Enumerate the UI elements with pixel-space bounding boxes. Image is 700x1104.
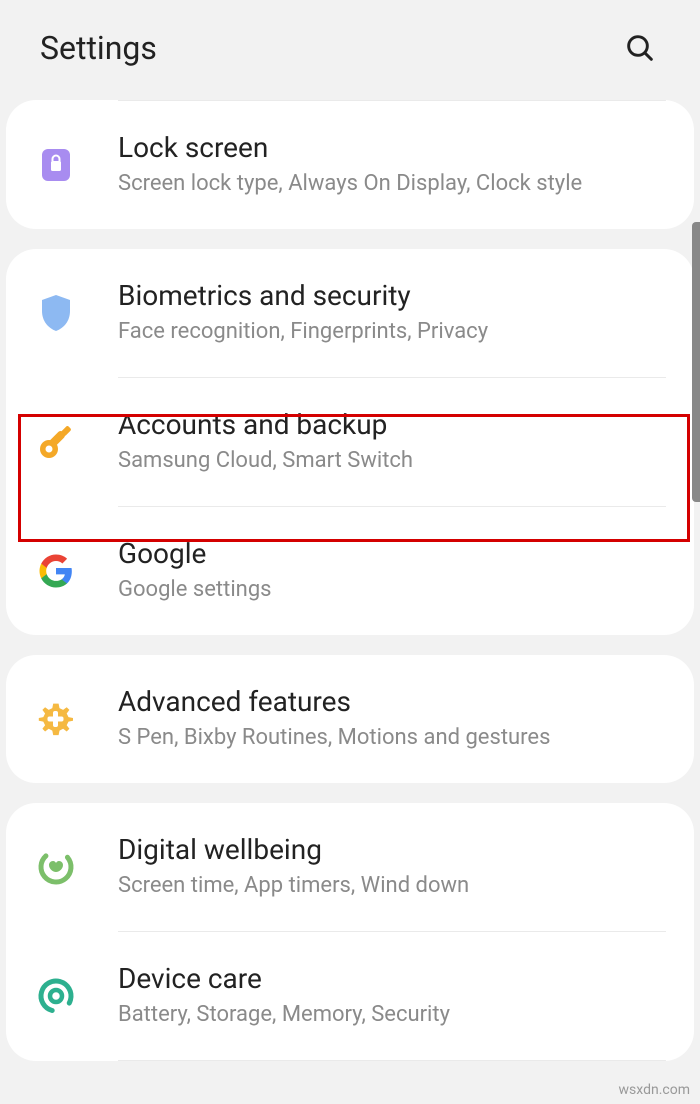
key-icon bbox=[34, 420, 78, 464]
item-text: Google Google settings bbox=[118, 537, 666, 605]
item-subtitle: Screen time, App timers, Wind down bbox=[118, 872, 666, 901]
scroll-indicator[interactable] bbox=[692, 222, 700, 502]
settings-item-biometrics[interactable]: Biometrics and security Face recognition… bbox=[6, 249, 694, 377]
item-subtitle: Screen lock type, Always On Display, Clo… bbox=[118, 170, 666, 199]
item-title: Biometrics and security bbox=[118, 279, 666, 312]
lock-icon bbox=[34, 143, 78, 187]
device-care-icon bbox=[34, 974, 78, 1018]
settings-item-lock-screen[interactable]: Lock screen Screen lock type, Always On … bbox=[6, 101, 694, 229]
item-text: Advanced features S Pen, Bixby Routines,… bbox=[118, 685, 666, 753]
settings-group: Digital wellbeing Screen time, App timer… bbox=[6, 803, 694, 1061]
divider bbox=[118, 1060, 666, 1061]
search-button[interactable] bbox=[620, 28, 660, 68]
item-title: Accounts and backup bbox=[118, 408, 666, 441]
item-text: Accounts and backup Samsung Cloud, Smart… bbox=[118, 408, 666, 476]
settings-item-accounts-backup[interactable]: Accounts and backup Samsung Cloud, Smart… bbox=[6, 378, 694, 506]
settings-item-google[interactable]: Google Google settings bbox=[6, 507, 694, 635]
item-subtitle: S Pen, Bixby Routines, Motions and gestu… bbox=[118, 724, 666, 753]
search-icon bbox=[624, 32, 656, 64]
item-subtitle: Face recognition, Fingerprints, Privacy bbox=[118, 318, 666, 347]
item-subtitle: Google settings bbox=[118, 576, 666, 605]
item-title: Digital wellbeing bbox=[118, 833, 666, 866]
wellbeing-icon bbox=[34, 845, 78, 889]
gear-plus-icon bbox=[34, 697, 78, 741]
settings-group: Advanced features S Pen, Bixby Routines,… bbox=[6, 655, 694, 783]
page-title: Settings bbox=[40, 29, 157, 67]
settings-item-device-care[interactable]: Device care Battery, Storage, Memory, Se… bbox=[6, 932, 694, 1060]
item-title: Lock screen bbox=[118, 131, 666, 164]
settings-item-digital-wellbeing[interactable]: Digital wellbeing Screen time, App timer… bbox=[6, 803, 694, 931]
item-title: Google bbox=[118, 537, 666, 570]
item-text: Lock screen Screen lock type, Always On … bbox=[118, 131, 666, 199]
item-title: Advanced features bbox=[118, 685, 666, 718]
google-icon bbox=[34, 549, 78, 593]
item-subtitle: Samsung Cloud, Smart Switch bbox=[118, 447, 666, 476]
item-text: Digital wellbeing Screen time, App timer… bbox=[118, 833, 666, 901]
shield-icon bbox=[34, 291, 78, 335]
item-title: Device care bbox=[118, 962, 666, 995]
watermark: wsxdn.com bbox=[619, 1082, 690, 1098]
item-text: Biometrics and security Face recognition… bbox=[118, 279, 666, 347]
settings-item-advanced-features[interactable]: Advanced features S Pen, Bixby Routines,… bbox=[6, 655, 694, 783]
header: Settings bbox=[0, 0, 700, 100]
settings-group: Lock screen Screen lock type, Always On … bbox=[6, 100, 694, 229]
item-subtitle: Battery, Storage, Memory, Security bbox=[118, 1001, 666, 1030]
item-text: Device care Battery, Storage, Memory, Se… bbox=[118, 962, 666, 1030]
settings-group: Biometrics and security Face recognition… bbox=[6, 249, 694, 635]
